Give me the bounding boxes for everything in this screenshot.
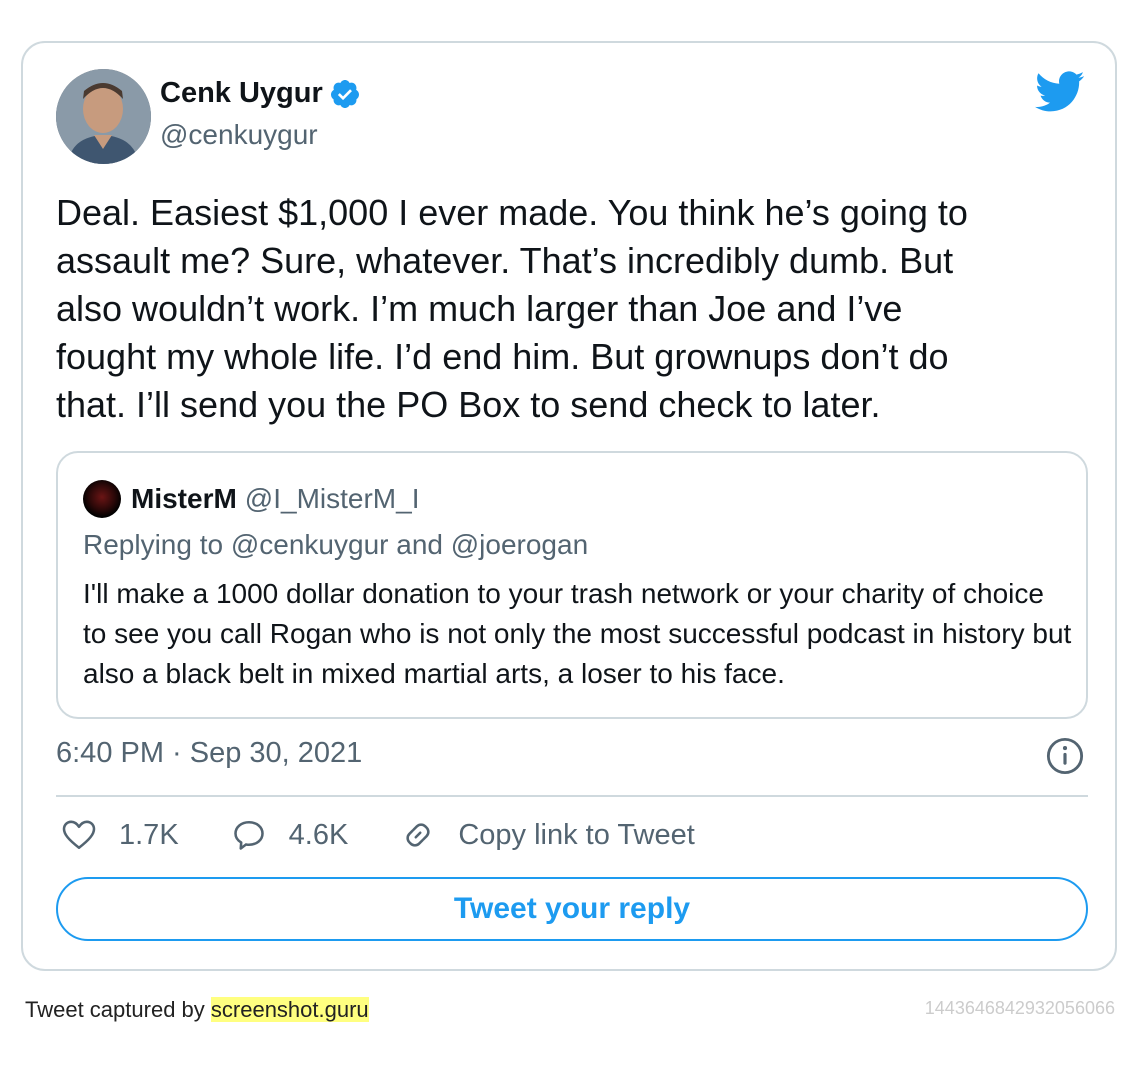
author-name[interactable]: Cenk Uygur bbox=[160, 77, 323, 110]
author-handle[interactable]: @cenkuygur bbox=[160, 119, 318, 151]
info-icon[interactable] bbox=[1046, 737, 1084, 775]
quoted-author-row: MisterM @I_MisterM_I bbox=[131, 483, 419, 515]
action-bar: 1.7K 4.6K Copy link to Tweet bbox=[61, 817, 695, 853]
quoted-author-handle: @I_MisterM_I bbox=[244, 483, 420, 514]
quoted-author-avatar[interactable] bbox=[83, 480, 121, 518]
tweet-text: Deal. Easiest $1,000 I ever made. You th… bbox=[56, 192, 968, 425]
reply-count: 4.6K bbox=[288, 818, 349, 851]
twitter-bird-icon[interactable] bbox=[1035, 71, 1085, 113]
tweet-card: Cenk Uygur @cenkuygur Deal. Easiest $1,0… bbox=[21, 41, 1117, 971]
reply-count-button[interactable]: 4.6K bbox=[231, 817, 349, 853]
author-avatar[interactable] bbox=[56, 69, 151, 164]
heart-icon bbox=[62, 820, 96, 850]
tweet-id: 1443646842932056066 bbox=[924, 998, 1115, 1018]
capture-credit-prefix: Tweet captured by bbox=[25, 997, 211, 1022]
author-avatar-image bbox=[56, 69, 151, 164]
capture-site-link[interactable]: screenshot.guru bbox=[210, 997, 369, 1022]
like-button[interactable]: 1.7K bbox=[61, 817, 179, 853]
tweet-reply-button[interactable]: Tweet your reply bbox=[56, 877, 1088, 941]
verified-badge-icon bbox=[330, 79, 359, 108]
like-count: 1.7K bbox=[119, 818, 179, 851]
capture-credit: Tweet captured by screenshot.guru bbox=[25, 997, 369, 1023]
copy-link-label: Copy link to Tweet bbox=[458, 818, 695, 851]
comment-bubble-icon bbox=[233, 820, 264, 850]
author-name-row: Cenk Uygur bbox=[160, 77, 361, 110]
quoted-tweet-text: I'll make a 1000 dollar donation to your… bbox=[83, 578, 1072, 689]
quoted-tweet[interactable]: MisterM @I_MisterM_I Replying to @cenkuy… bbox=[56, 451, 1088, 719]
copy-link-button[interactable]: Copy link to Tweet bbox=[400, 817, 695, 853]
divider bbox=[56, 795, 1088, 797]
tweet-timestamp[interactable]: 6:40 PM · Sep 30, 2021 bbox=[56, 737, 362, 770]
link-icon bbox=[406, 823, 430, 847]
quoted-author-name: MisterM bbox=[131, 483, 237, 514]
quoted-replying-to: Replying to @cenkuygur and @joerogan bbox=[83, 529, 589, 560]
